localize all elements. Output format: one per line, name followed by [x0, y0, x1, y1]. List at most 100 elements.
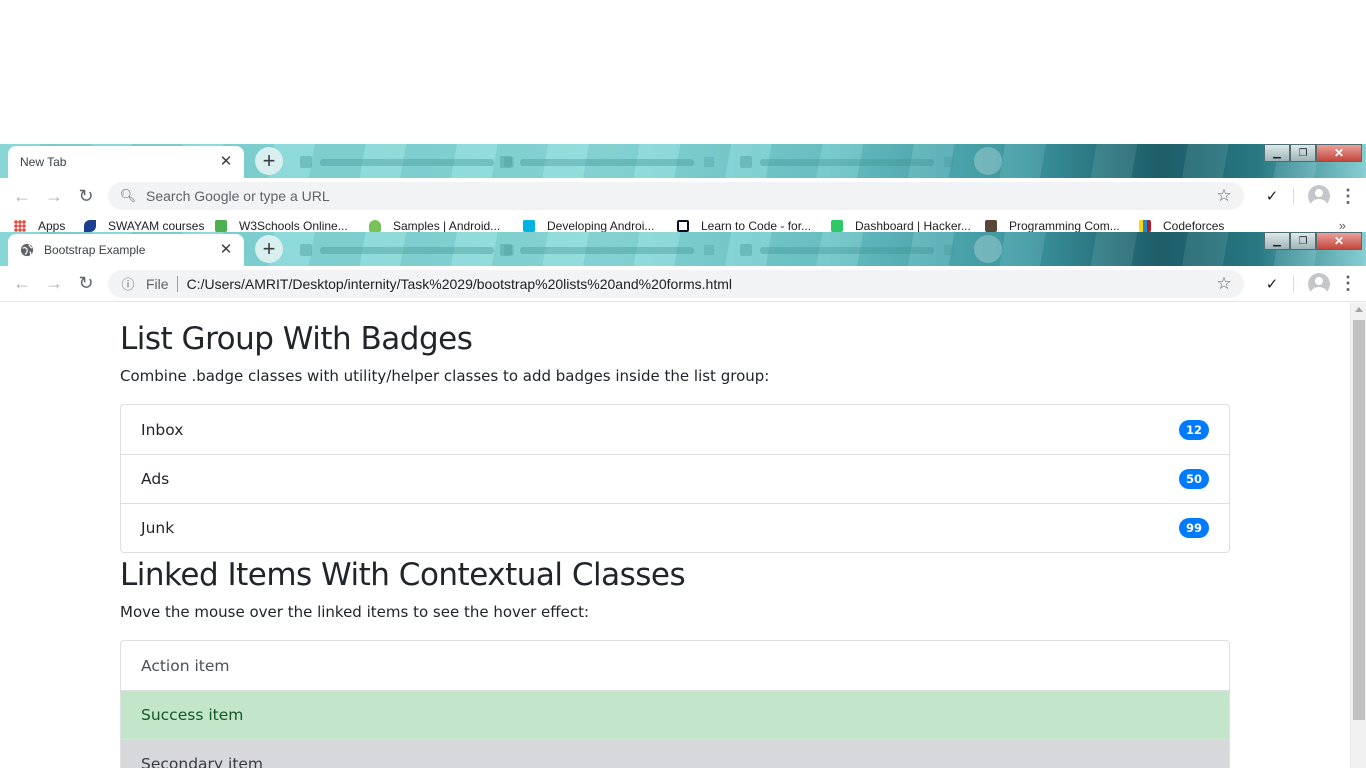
bookmarks-bar: Apps SWAYAM courses W3Schools Online... … [0, 216, 1366, 232]
address-bar[interactable]: 🔍︎ Search Google or type a URL ☆ [108, 182, 1244, 210]
list-item: Ads 50 [121, 454, 1229, 503]
section-description: Combine .badge classes with utility/help… [120, 367, 770, 386]
tab-strip: New Tab ✕ + ▁ ❐ ✕ [0, 144, 1366, 178]
count-badge: 99 [1178, 518, 1209, 539]
bookmark-label: Programming Com... [1009, 219, 1120, 232]
restore-icon[interactable]: ❐ [1290, 144, 1316, 162]
extension-check-icon[interactable]: ✓ [1257, 187, 1287, 205]
bookmark-label: SWAYAM courses [108, 219, 205, 232]
menu-kebab-icon[interactable]: ⋮ [1338, 273, 1358, 294]
bookmark-label: Apps [38, 219, 66, 232]
badge-list-group: Inbox 12 Ads 50 Junk 99 [120, 404, 1230, 554]
tab-new-tab[interactable]: New Tab ✕ [8, 146, 244, 178]
section-description: Move the mouse over the linked items to … [120, 603, 590, 622]
codeforces-icon [1139, 220, 1151, 232]
blank-area [0, 0, 1366, 144]
bookmark-label: Learn to Code - for... [701, 219, 812, 232]
success-item-link[interactable]: Success item [121, 690, 1229, 740]
search-icon: 🔍︎ [119, 188, 137, 203]
info-icon[interactable]: ⓘ [118, 274, 138, 293]
window-controls: ▁ ❐ ✕ [1264, 232, 1362, 250]
list-item: Junk 99 [121, 503, 1229, 552]
bookmark-star-icon[interactable]: ☆ [1214, 186, 1234, 206]
list-item-label: Action item [141, 656, 230, 675]
close-tab-icon[interactable]: ✕ [218, 154, 234, 170]
bookmarks-overflow-button[interactable]: » [1339, 218, 1346, 232]
new-tab-button[interactable]: + [255, 235, 283, 263]
bookmark-swayam[interactable]: SWAYAM courses [84, 219, 204, 232]
list-item: Inbox 12 [121, 405, 1229, 454]
close-window-icon[interactable]: ✕ [1316, 144, 1362, 162]
restore-icon[interactable]: ❐ [1290, 232, 1316, 250]
new-tab-ghost [974, 235, 1002, 263]
background-tab-ghost [292, 150, 522, 174]
bookmark-codechef[interactable]: Programming Com... [985, 219, 1120, 232]
section-heading: List Group With Badges [120, 321, 473, 357]
list-item-label: Ads [141, 470, 170, 489]
vertical-scrollbar[interactable] [1350, 303, 1366, 768]
minimize-icon[interactable]: ▁ [1264, 144, 1290, 162]
address-url[interactable]: C:/Users/AMRIT/Desktop/internity/Task%20… [187, 276, 1214, 292]
tab-title: Bootstrap Example [44, 243, 146, 257]
bookmark-label: Samples | Android... [393, 219, 501, 232]
bookmark-android[interactable]: Samples | Android... [369, 219, 500, 232]
scroll-up-arrow-icon[interactable] [1355, 307, 1363, 312]
page-container: List Group With Badges Combine .badge cl… [120, 303, 1230, 768]
profile-avatar-icon[interactable] [1308, 272, 1330, 295]
bookmark-apps[interactable]: Apps [14, 219, 65, 232]
extension-check-icon[interactable]: ✓ [1257, 275, 1287, 293]
reload-icon[interactable]: ↻ [70, 268, 102, 300]
new-tab-ghost [974, 147, 1002, 175]
section-heading: Linked Items With Contextual Classes [120, 557, 686, 594]
apps-grid-icon [14, 220, 26, 232]
count-badge: 50 [1178, 469, 1209, 490]
bookmark-label: Codeforces [1163, 219, 1225, 232]
bookmark-label: Developing Androi... [547, 219, 655, 232]
back-arrow-icon[interactable]: ← [6, 180, 38, 212]
tab-strip: Bootstrap Example ✕ + ▁ ❐ ✕ [0, 232, 1366, 266]
close-window-icon[interactable]: ✕ [1316, 232, 1362, 250]
tab-bootstrap-example[interactable]: Bootstrap Example ✕ [8, 234, 244, 266]
tab-title: New Tab [20, 155, 67, 169]
browser-toolbar: ← → ↻ 🔍︎ Search Google or type a URL ☆ ✓… [0, 178, 1366, 214]
menu-kebab-icon[interactable]: ⋮ [1338, 186, 1358, 207]
page-viewport: List Group With Badges Combine .badge cl… [0, 303, 1366, 768]
bookmark-hackerrank[interactable]: Dashboard | Hacker... [831, 219, 971, 232]
background-tab-ghost [492, 238, 722, 262]
toolbar-right: ✓ ⋮ [1257, 185, 1358, 207]
scrollbar-thumb[interactable] [1353, 320, 1365, 720]
secondary-item-link[interactable]: Secondary item [121, 739, 1229, 768]
swayam-icon [84, 220, 96, 232]
close-tab-icon[interactable]: ✕ [218, 242, 234, 258]
codechef-icon [985, 220, 997, 232]
address-bar[interactable]: ⓘ File C:/Users/AMRIT/Desktop/internity/… [108, 269, 1244, 298]
hackerrank-icon [831, 220, 843, 232]
bookmark-w3schools[interactable]: W3Schools Online... [215, 219, 348, 232]
bookmark-codeforces[interactable]: Codeforces [1139, 219, 1224, 232]
toolbar-separator [1293, 274, 1294, 293]
bookmark-freecodecamp[interactable]: Learn to Code - for... [677, 219, 811, 232]
action-item-link[interactable]: Action item [121, 641, 1229, 690]
forward-arrow-icon[interactable]: → [38, 268, 70, 300]
bookmark-star-icon[interactable]: ☆ [1214, 274, 1234, 294]
count-badge: 12 [1178, 419, 1209, 440]
toolbar-right: ✓ ⋮ [1257, 272, 1358, 295]
profile-avatar-icon[interactable] [1308, 185, 1330, 207]
bookmark-udacity[interactable]: Developing Androi... [523, 219, 654, 232]
forward-arrow-icon[interactable]: → [38, 180, 70, 212]
udacity-icon [523, 220, 535, 232]
back-arrow-icon[interactable]: ← [6, 268, 38, 300]
minimize-icon[interactable]: ▁ [1264, 232, 1290, 250]
w3schools-icon [215, 220, 227, 232]
linked-list-group: Action item Success item Secondary item [120, 640, 1230, 768]
bookmark-label: W3Schools Online... [239, 219, 348, 232]
background-tab-ghost [732, 150, 962, 174]
freecodecamp-icon [677, 220, 689, 232]
reload-icon[interactable]: ↻ [70, 180, 102, 212]
new-tab-button[interactable]: + [255, 147, 283, 175]
globe-icon [20, 243, 34, 257]
address-placeholder: Search Google or type a URL [146, 188, 330, 204]
browser-toolbar: ← → ↻ ⓘ File C:/Users/AMRIT/Desktop/inte… [0, 266, 1366, 302]
list-item-label: Success item [141, 706, 244, 725]
background-tab-ghost [492, 150, 722, 174]
